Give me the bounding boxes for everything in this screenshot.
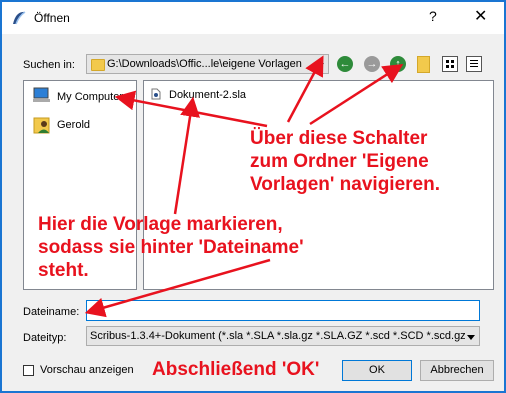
arrow-to-lookin-combo	[286, 55, 324, 123]
open-dialog: Öffnen ? ✕ Suchen in: G:\Downloads\Offic…	[0, 0, 506, 393]
arrow-to-up-button	[309, 63, 404, 126]
arrow-to-my-computer	[114, 90, 268, 128]
arrow-to-file-item	[173, 96, 200, 215]
arrow-to-filename-input	[84, 258, 271, 318]
annotation-arrows	[84, 55, 404, 318]
